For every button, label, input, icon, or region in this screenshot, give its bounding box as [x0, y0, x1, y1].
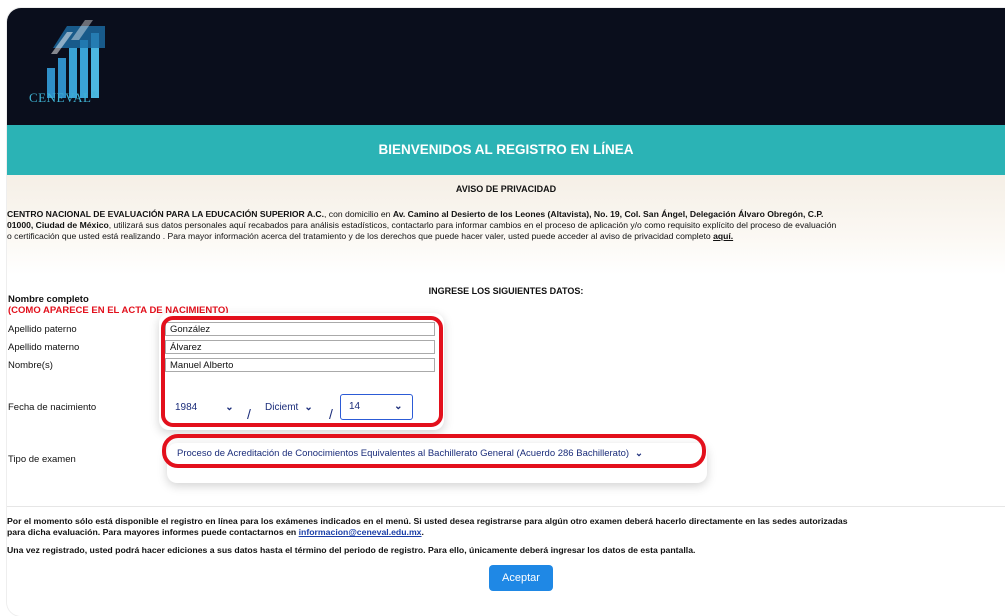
- exam-type-label: Tipo de examen: [8, 454, 76, 465]
- contact-email-link[interactable]: informacion@ceneval.edu.mx: [299, 527, 422, 537]
- name-date-highlight: [161, 316, 443, 427]
- nombre-label: Nombre(s): [8, 360, 53, 371]
- form-title: INGRESE LOS SIGUIENTES DATOS:: [428, 286, 584, 296]
- accept-button[interactable]: Aceptar: [489, 565, 553, 591]
- footer-notice-2: para dicha evaluación. Para mayores info…: [7, 527, 424, 537]
- page-frame: CENEVAL® BIENVENIDOS AL REGISTRO EN LÍNE…: [7, 8, 1005, 616]
- privacy-title: AVISO DE PRIVACIDAD: [455, 184, 557, 194]
- footer-notice-3: Una vez registrado, usted podrá hacer ed…: [7, 545, 696, 555]
- footer-notice-1: Por el momento sólo está disponible el r…: [7, 516, 848, 526]
- privacy-link[interactable]: aquí.: [713, 231, 733, 241]
- logo-wordmark: CENEVAL®: [29, 90, 98, 105]
- privacy-notice: CENTRO NACIONAL DE EVALUACIÓN PARA LA ED…: [7, 209, 837, 241]
- apellido-materno-label: Apellido materno: [8, 342, 80, 353]
- full-name-heading: Nombre completo: [8, 294, 89, 305]
- exam-type-highlight: [162, 434, 706, 468]
- birth-date-label: Fecha de nacimiento: [8, 402, 97, 413]
- welcome-banner: BIENVENIDOS AL REGISTRO EN LÍNEA: [7, 125, 1005, 175]
- header: CENEVAL®: [7, 8, 1005, 125]
- apellido-paterno-label: Apellido paterno: [8, 324, 77, 335]
